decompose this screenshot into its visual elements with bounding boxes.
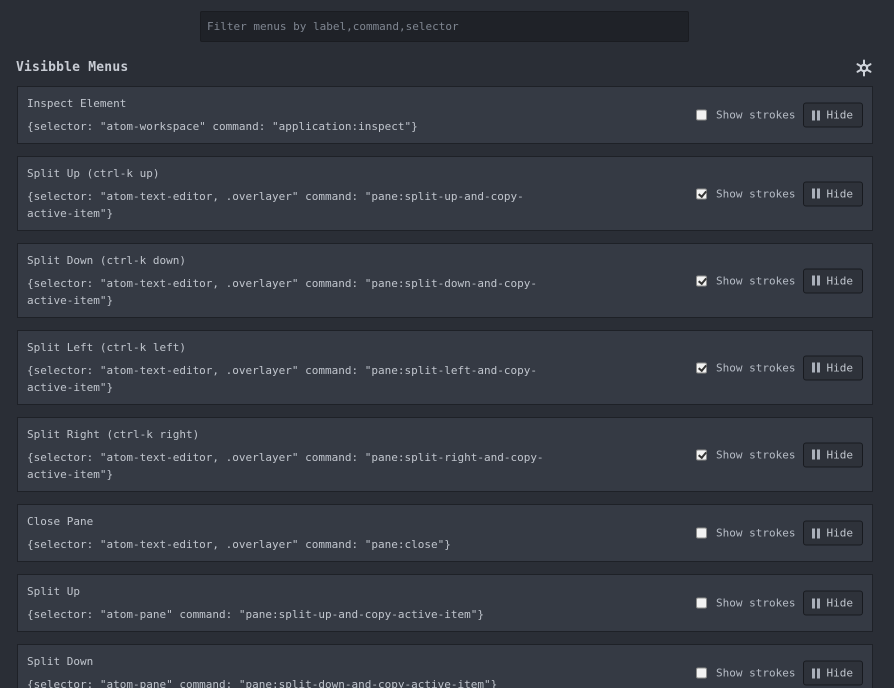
menu-item-controls: Show strokes Hide: [696, 102, 863, 128]
hide-button[interactable]: Hide: [802, 442, 863, 467]
menu-item-text: Split Up (ctrl-k up) {selector: "atom-te…: [18, 157, 636, 230]
menu-item: Split Up {selector: "atom-pane" command:…: [17, 574, 873, 632]
hide-button-label: Hide: [826, 108, 854, 122]
menu-item-controls: Show strokes Hide: [696, 590, 863, 616]
menu-item-controls: Show strokes Hide: [696, 181, 863, 206]
menu-item-description: {selector: "atom-workspace" command: "ap…: [27, 120, 418, 133]
menu-item-description: {selector: "atom-pane" command: "pane:sp…: [27, 678, 498, 688]
hide-button-label: Hide: [826, 596, 854, 610]
pause-icon: [811, 188, 822, 199]
show-strokes-label: Show strokes: [716, 361, 796, 374]
menu-item-description: {selector: "atom-text-editor, .overlayer…: [27, 364, 537, 394]
pause-icon: [811, 449, 822, 460]
pause-icon: [811, 362, 822, 373]
menu-item-controls: Show strokes Hide: [696, 268, 863, 293]
menu-item-label: Close Pane: [27, 515, 94, 528]
menu-item-text: Close Pane {selector: "atom-text-editor,…: [18, 505, 636, 561]
menu-item-label: Split Down: [27, 655, 94, 668]
show-strokes-checkbox[interactable]: [696, 275, 708, 286]
show-strokes-checkbox[interactable]: [696, 362, 708, 373]
hide-button[interactable]: Hide: [802, 102, 863, 128]
menu-item-text: Split Up {selector: "atom-pane" command:…: [18, 575, 636, 631]
pause-icon: [811, 598, 822, 608]
hide-button-label: Hide: [826, 448, 854, 461]
hide-button-label: Hide: [826, 187, 854, 200]
menu-item-controls: Show strokes Hide: [696, 442, 863, 467]
menu-item-label: Split Left (ctrl-k left): [27, 341, 186, 354]
pause-icon: [811, 668, 822, 678]
show-strokes-checkbox[interactable]: [696, 109, 708, 121]
menu-item-text: Split Right (ctrl-k right) {selector: "a…: [18, 418, 636, 491]
menu-item-description: {selector: "atom-text-editor, .overlayer…: [27, 190, 524, 220]
hide-button[interactable]: Hide: [802, 660, 863, 686]
menu-item-label: Split Down (ctrl-k down): [27, 254, 186, 267]
show-strokes-checkbox[interactable]: [696, 449, 708, 460]
menu-item-description: {selector: "atom-text-editor, .overlayer…: [27, 277, 537, 307]
filter-input[interactable]: [200, 11, 689, 42]
hide-button[interactable]: Hide: [802, 268, 863, 293]
menu-item-description: {selector: "atom-text-editor, .overlayer…: [27, 451, 544, 481]
pause-icon: [811, 528, 822, 538]
menu-item-controls: Show strokes Hide: [696, 355, 863, 380]
menu-item-label: Inspect Element: [27, 97, 127, 110]
pause-icon: [811, 110, 822, 120]
show-strokes-checkbox[interactable]: [696, 188, 708, 199]
menu-item-label: Split Up: [27, 585, 80, 598]
menu-item-label: Split Right (ctrl-k right): [27, 428, 200, 441]
show-strokes-label: Show strokes: [716, 108, 796, 122]
section-title: Visibble Menus: [16, 60, 129, 75]
show-strokes-checkbox[interactable]: [696, 667, 708, 679]
show-strokes-label: Show strokes: [716, 526, 796, 540]
hide-button-label: Hide: [826, 361, 854, 374]
menu-item: Split Right (ctrl-k right) {selector: "a…: [17, 417, 873, 492]
menu-item: Split Down {selector: "atom-pane" comman…: [17, 644, 873, 688]
menu-item-controls: Show strokes Hide: [696, 660, 863, 686]
menu-item: Close Pane {selector: "atom-text-editor,…: [17, 504, 873, 562]
menu-item: Split Up (ctrl-k up) {selector: "atom-te…: [17, 156, 873, 231]
show-strokes-checkbox[interactable]: [696, 597, 708, 609]
menu-item-text: Split Left (ctrl-k left) {selector: "ato…: [18, 331, 636, 404]
pause-icon: [811, 275, 822, 286]
menu-inspector-panel: Visibble Menus Inspect Element {selector…: [0, 0, 894, 688]
show-strokes-label: Show strokes: [716, 666, 796, 680]
hide-button[interactable]: Hide: [802, 520, 863, 546]
hide-button-label: Hide: [826, 666, 854, 680]
hide-button-label: Hide: [826, 526, 854, 540]
menu-item: Split Down (ctrl-k down) {selector: "ato…: [17, 243, 873, 318]
show-strokes-label: Show strokes: [716, 274, 796, 287]
menu-item-label: Split Up (ctrl-k up): [27, 167, 160, 180]
menu-list: Inspect Element {selector: "atom-workspa…: [17, 86, 873, 688]
menu-item-description: {selector: "atom-pane" command: "pane:sp…: [27, 608, 484, 621]
hide-button[interactable]: Hide: [802, 355, 863, 380]
hide-button[interactable]: Hide: [802, 590, 863, 616]
show-strokes-checkbox[interactable]: [696, 527, 708, 539]
menu-item-description: {selector: "atom-text-editor, .overlayer…: [27, 538, 451, 551]
menu-item-text: Inspect Element {selector: "atom-workspa…: [18, 87, 636, 143]
menu-item-text: Split Down (ctrl-k down) {selector: "ato…: [18, 244, 636, 317]
show-strokes-label: Show strokes: [716, 448, 796, 461]
menu-item-text: Split Down {selector: "atom-pane" comman…: [18, 645, 636, 688]
hide-button-label: Hide: [826, 274, 854, 287]
hide-button[interactable]: Hide: [802, 181, 863, 206]
show-strokes-label: Show strokes: [716, 596, 796, 610]
menu-item-controls: Show strokes Hide: [696, 520, 863, 546]
menu-item: Split Left (ctrl-k left) {selector: "ato…: [17, 330, 873, 405]
gear-icon[interactable]: [855, 59, 873, 77]
menu-item: Inspect Element {selector: "atom-workspa…: [17, 86, 873, 144]
show-strokes-label: Show strokes: [716, 187, 796, 200]
